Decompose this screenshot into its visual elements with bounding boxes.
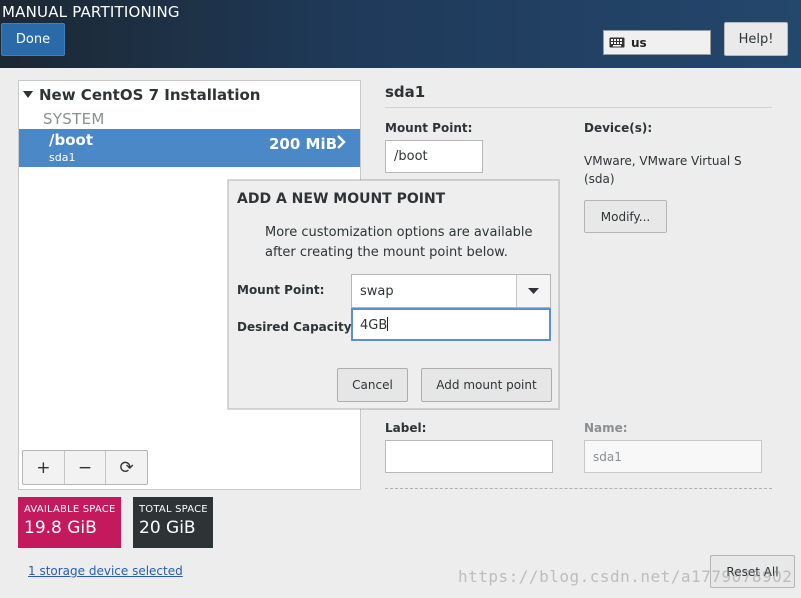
desired-capacity-input[interactable]: 4GB <box>351 308 551 341</box>
mount-point-combo[interactable]: swap <box>351 274 551 308</box>
refresh-icon: ⟳ <box>119 457 134 478</box>
watermark-text: https://blog.csdn.net/a1779078902 <box>458 567 793 586</box>
divider <box>385 107 772 108</box>
plus-icon: + <box>36 457 51 478</box>
mount-point-label: Mount Point: <box>385 121 473 135</box>
chevron-right-icon <box>337 134 346 153</box>
total-space-box: TOTAL SPACE 20 GiB <box>133 497 213 548</box>
dialog-mount-point-label: Mount Point: <box>237 283 325 297</box>
dialog-title: ADD A NEW MOUNT POINT <box>237 191 446 207</box>
available-space-box: AVAILABLE SPACE 19.8 GiB <box>18 497 121 548</box>
cancel-button[interactable]: Cancel <box>337 368 408 402</box>
keyboard-layout-indicator[interactable]: us <box>603 30 711 55</box>
add-mount-point-dialog: ADD A NEW MOUNT POINT More customization… <box>228 180 559 409</box>
help-button[interactable]: Help! <box>724 22 788 56</box>
storage-devices-link[interactable]: 1 storage device selected <box>28 564 183 578</box>
partition-device: sda1 <box>49 151 76 164</box>
add-mount-point-button[interactable]: Add mount point <box>421 368 552 402</box>
name-field-label: Name: <box>584 421 628 435</box>
mount-point-input[interactable]: /boot <box>385 140 483 173</box>
dropdown-arrow-icon[interactable] <box>516 275 550 307</box>
done-button[interactable]: Done <box>1 23 65 56</box>
remove-partition-button[interactable]: − <box>65 451 107 484</box>
partition-mount: /boot <box>49 131 93 149</box>
mount-point-combo-value[interactable]: swap <box>352 275 516 307</box>
minus-icon: − <box>77 457 93 478</box>
label-field-label: Label: <box>385 421 427 435</box>
available-space-value: 19.8 GiB <box>24 518 97 538</box>
expander-triangle-icon <box>23 91 33 98</box>
label-input[interactable] <box>385 440 553 473</box>
partition-toolbar: + − ⟳ <box>22 450 148 485</box>
devices-label: Device(s): <box>584 121 653 135</box>
modify-button[interactable]: Modify... <box>584 200 667 233</box>
dialog-capacity-label: Desired Capacity: <box>237 320 357 334</box>
add-partition-button[interactable]: + <box>23 451 65 484</box>
name-input[interactable]: sda1 <box>584 440 762 473</box>
installation-title: New CentOS 7 Installation <box>39 86 261 104</box>
section-label-system: SYSTEM <box>43 110 105 128</box>
keyboard-icon <box>609 37 625 48</box>
dashed-divider <box>385 488 772 489</box>
dialog-description: More customization options are available… <box>265 225 533 260</box>
header-bar: MANUAL PARTITIONING Done us Help! <box>0 0 801 68</box>
text-cursor <box>387 317 389 331</box>
total-space-label: TOTAL SPACE <box>139 504 208 515</box>
page-title: MANUAL PARTITIONING <box>2 3 180 21</box>
refresh-button[interactable]: ⟳ <box>106 451 147 484</box>
capacity-value: 4GB <box>360 318 388 333</box>
partition-size: 200 MiB <box>269 135 338 153</box>
available-space-label: AVAILABLE SPACE <box>24 504 116 515</box>
total-space-value: 20 GiB <box>139 518 196 538</box>
keyboard-layout-label: us <box>631 35 647 50</box>
installation-expander[interactable]: New CentOS 7 Installation <box>19 83 349 107</box>
partition-details-title: sda1 <box>385 83 426 101</box>
devices-text: VMware, VMware Virtual S (sda) <box>584 154 742 186</box>
partition-row-boot[interactable]: /boot sda1 200 MiB <box>19 129 360 167</box>
